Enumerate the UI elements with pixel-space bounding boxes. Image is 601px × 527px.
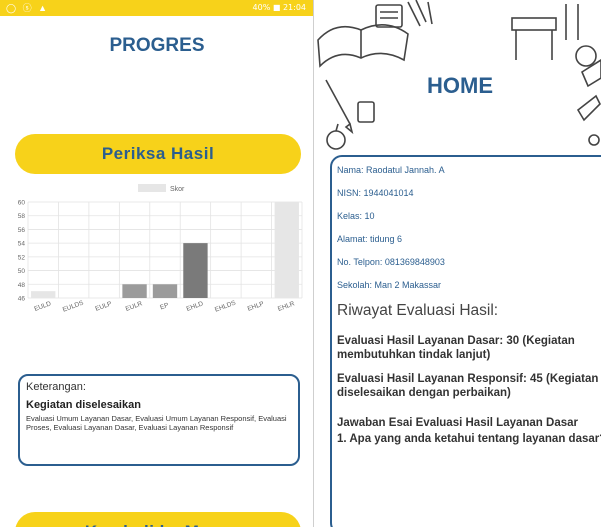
legend-label: Skor: [170, 186, 185, 193]
y-tick-label: 58: [18, 213, 26, 220]
x-tick-label: EHLDS: [214, 299, 237, 313]
bar-eulr: [122, 284, 147, 298]
screenshot-root: ◯ ⓢ ▲ 40% ■ 21:04 PROGRES Periksa Hasil …: [0, 0, 601, 527]
legend-swatch: [138, 184, 166, 192]
keterangan-box: Keterangan: Kegiatan diselesaikan Evalua…: [18, 374, 300, 466]
y-tick-label: 52: [18, 254, 26, 261]
bar-ep: [152, 284, 178, 298]
info-sekolah: Sekolah: Man 2 Makassar: [337, 280, 442, 290]
y-tick-label: 54: [18, 241, 26, 248]
profile-card: Nama: Raodatul Jannah. A NISN: 194404101…: [330, 155, 601, 527]
progres-screen: ◯ ⓢ ▲ 40% ■ 21:04 PROGRES Periksa Hasil …: [0, 0, 314, 527]
bar-ehlr: [274, 202, 299, 298]
x-tick-label: EULDS: [62, 299, 85, 313]
periksa-hasil-button[interactable]: Periksa Hasil: [15, 134, 301, 174]
x-tick-label: EHLD: [186, 300, 205, 313]
x-tick-label: EULR: [125, 300, 144, 313]
info-telpon: No. Telpon: 081369848903: [337, 257, 445, 267]
x-tick-label: EULP: [94, 300, 112, 312]
home-screen: HOME Nama: Raodatul Jannah. A NISN: 1944…: [316, 0, 601, 527]
status-icons-left: ◯ ⓢ ▲: [6, 3, 49, 13]
keterangan-description: Evaluasi Umum Layanan Dasar, Evaluasi Um…: [26, 414, 287, 432]
bar-ehld: [183, 243, 208, 298]
x-tick-label: EHLR: [277, 300, 296, 313]
esai-title: Jawaban Esai Evaluasi Hasil Layanan Dasa…: [337, 417, 578, 429]
status-bar: ◯ ⓢ ▲ 40% ■ 21:04: [0, 0, 313, 16]
info-nisn: NISN: 1944041014: [337, 188, 414, 198]
y-tick-label: 46: [18, 296, 26, 303]
kembali-menu-button[interactable]: Kembali ke Menu: [15, 512, 301, 527]
y-tick-label: 60: [18, 200, 26, 207]
x-tick-label: EHLP: [247, 300, 265, 312]
esai-question: 1. Apa yang anda ketahui tentang layanan…: [337, 433, 601, 445]
y-tick-label: 56: [18, 227, 26, 234]
info-nama: Nama: Raodatul Jannah. A: [337, 165, 445, 175]
y-tick-label: 50: [18, 268, 26, 275]
page-title: PROGRES: [109, 35, 205, 56]
x-tick-label: EULD: [33, 300, 52, 313]
y-tick-label: 48: [18, 282, 26, 289]
info-alamat: Alamat: tidung 6: [337, 234, 403, 244]
info-kelas: Kelas: 10: [337, 211, 375, 221]
evaluation-item: Evaluasi Hasil Layanan Dasar: 30 (Kegiat…: [337, 335, 575, 361]
status-clock-battery: 40% ■ 21:04: [252, 3, 306, 12]
x-tick-label: EP: [159, 302, 170, 312]
score-bar-chart: Skor 46 48 50 52 54 56 58 60 EULD EULDS EULP EULR EP E…: [18, 184, 303, 314]
keterangan-status: Kegiatan diselesaikan: [26, 399, 141, 411]
evaluation-item: Evaluasi Hasil Layanan Responsif: 45 (Ke…: [337, 373, 599, 399]
home-title: HOME: [427, 73, 493, 98]
riwayat-title: Riwayat Evaluasi Hasil:: [337, 302, 499, 319]
keterangan-title: Keterangan:: [26, 381, 86, 393]
bar-euld: [31, 291, 56, 298]
